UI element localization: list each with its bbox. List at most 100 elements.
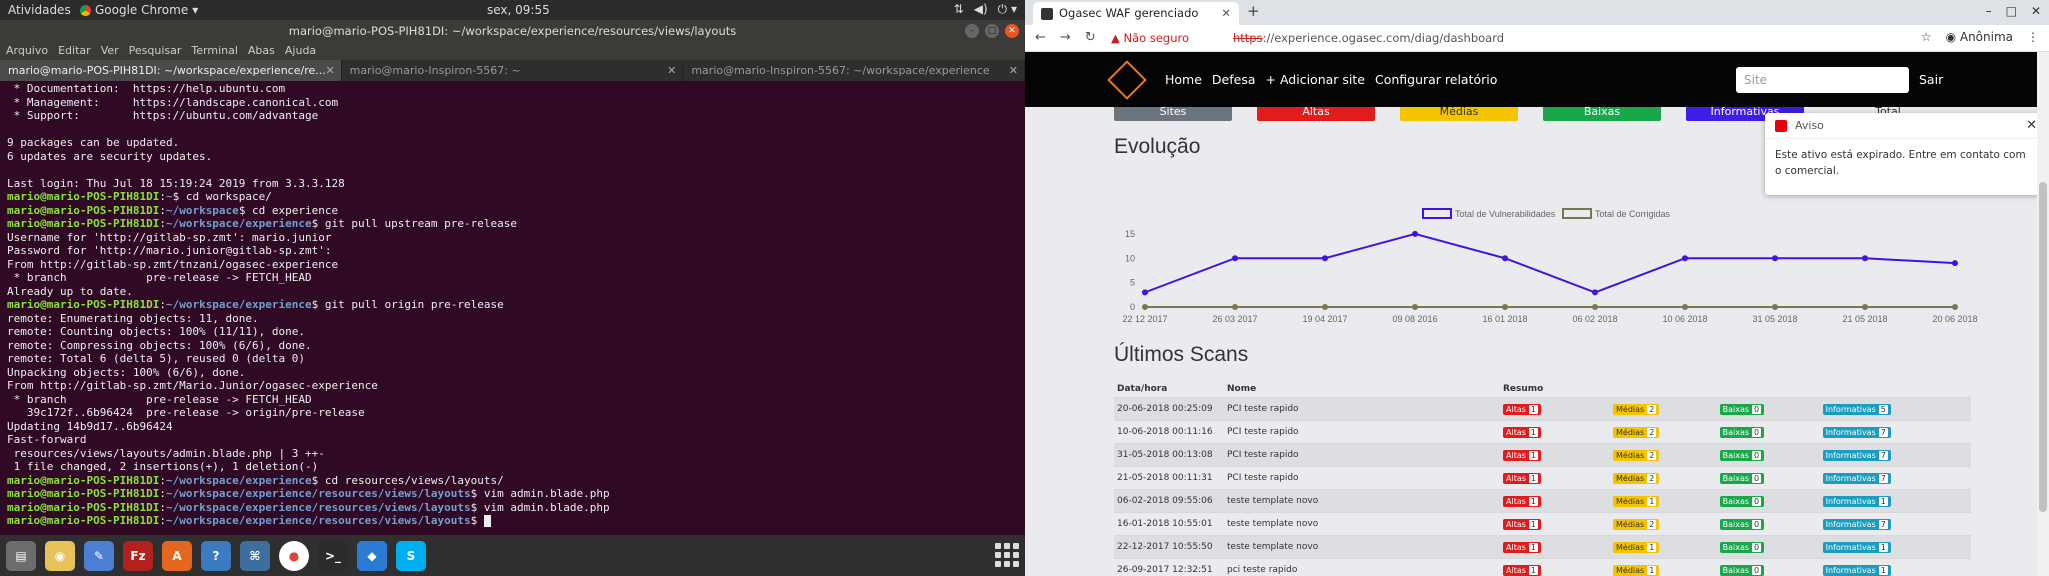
terminal-tab[interactable]: mario@mario-Inspiron-5567: ~/workspace/e… [683, 60, 1026, 81]
back-icon[interactable]: ← [1035, 30, 1046, 45]
minimize-icon[interactable]: – [1986, 4, 1992, 18]
vscode-icon[interactable]: ◆ [357, 540, 387, 571]
menu-item-3[interactable]: Pesquisar [129, 42, 182, 60]
close-icon[interactable]: ✕ [2031, 4, 2041, 18]
baixas-badge[interactable]: Baixas 0 [1719, 472, 1765, 484]
altas-badge[interactable]: Altas 1 [1503, 564, 1541, 576]
altas-badge[interactable]: Altas 1 [1503, 403, 1541, 415]
altas-badge[interactable]: Altas 1 [1503, 541, 1541, 553]
altas-badge[interactable]: Altas 1 [1503, 495, 1541, 507]
menu-item-2[interactable]: Ver [101, 42, 119, 60]
altas-badge[interactable]: Altas 1 [1503, 518, 1541, 530]
baixas-badge[interactable]: Baixas 0 [1719, 426, 1765, 438]
info-badge[interactable]: Informativas 5 [1822, 403, 1891, 415]
app-menu[interactable]: Google Chrome ▾ [80, 3, 198, 17]
medias-badge[interactable]: Médias 1 [1613, 541, 1660, 553]
stat-button-1[interactable]: Altas [1257, 107, 1375, 121]
skype-icon[interactable]: S [396, 540, 426, 571]
stat-button-2[interactable]: Médias [1400, 107, 1518, 121]
ogasec-logo[interactable] [1107, 60, 1147, 100]
info-badge[interactable]: Informativas 7 [1822, 449, 1891, 461]
baixas-badge[interactable]: Baixas 0 [1719, 449, 1765, 461]
stat-button-0[interactable]: Sites [1114, 107, 1232, 121]
page-scrollbar[interactable] [2037, 52, 2049, 576]
medias-badge[interactable]: Médias 1 [1613, 564, 1660, 576]
baixas-badge[interactable]: Baixas 0 [1719, 564, 1765, 576]
table-row[interactable]: 16-01-2018 10:55:01 teste template novo Al… [1114, 512, 1971, 536]
forward-icon[interactable]: → [1060, 30, 1071, 45]
menu-item-1[interactable]: Editar [58, 42, 91, 60]
menu-dots-icon[interactable]: ⋮ [2027, 30, 2039, 44]
info-badge[interactable]: Informativas 7 [1822, 472, 1891, 484]
profile-button[interactable]: ◉ Anônima [1946, 30, 2013, 44]
nav-link[interactable]: + Adicionar site [1266, 72, 1365, 87]
terminal-output[interactable]: * Documentation: https://help.ubuntu.com… [0, 81, 1020, 535]
baixas-badge[interactable]: Baixas 0 [1719, 403, 1765, 415]
bookmark-star-icon[interactable]: ☆ [1921, 30, 1932, 44]
terminal-icon[interactable]: >_ [318, 540, 348, 571]
menu-item-5[interactable]: Abas [248, 42, 275, 60]
site-search-input[interactable]: Site [1736, 67, 1909, 93]
medias-badge[interactable]: Médias 2 [1613, 518, 1660, 530]
altas-badge[interactable]: Altas 1 [1503, 472, 1541, 484]
nav-link[interactable]: Configurar relatório [1375, 72, 1497, 87]
system-tray[interactable]: ⇅ ◀) ⏻ ▾ [954, 2, 1017, 17]
activities-button[interactable]: Atividades [8, 3, 71, 17]
terminal-tab[interactable]: mario@mario-POS-PIH81DI: ~/workspace/exp… [0, 60, 342, 81]
logout-link[interactable]: Sair [1919, 72, 1943, 87]
medias-badge[interactable]: Médias 1 [1613, 495, 1660, 507]
url-field[interactable]: https://experience.ogasec.com/diag/dashb… [1233, 31, 1504, 45]
help-icon[interactable]: ? [201, 540, 231, 571]
rhythmbox-icon[interactable]: ◉ [45, 540, 75, 571]
minimize-icon[interactable]: – [965, 24, 979, 38]
altas-badge[interactable]: Altas 1 [1503, 449, 1541, 461]
maximize-icon[interactable]: □ [985, 24, 999, 38]
browser-tab[interactable]: Ogasec WAF gerenciado ✕ [1033, 2, 1239, 25]
info-badge[interactable]: Informativas 1 [1822, 541, 1891, 553]
baixas-badge[interactable]: Baixas 0 [1719, 541, 1765, 553]
close-tab-icon[interactable]: ✕ [1009, 60, 1018, 81]
info-badge[interactable]: Informativas 1 [1822, 495, 1891, 507]
medias-badge[interactable]: Médias 2 [1613, 449, 1660, 461]
chrome-icon[interactable]: ● [279, 540, 309, 571]
medias-badge[interactable]: Médias 2 [1613, 403, 1660, 415]
info-badge[interactable]: Informativas 7 [1822, 426, 1891, 438]
files-icon[interactable]: ▤ [6, 540, 36, 571]
new-tab-icon[interactable]: + [1247, 2, 1260, 20]
clock[interactable]: sex, 09:55 [487, 3, 550, 17]
menu-item-4[interactable]: Terminal [191, 42, 238, 60]
close-tab-icon[interactable]: ✕ [1221, 2, 1231, 25]
show-applications-icon[interactable] [995, 543, 1019, 567]
info-badge[interactable]: Informativas 7 [1822, 518, 1891, 530]
close-tab-icon[interactable]: ✕ [667, 60, 676, 81]
terminal-tab[interactable]: mario@mario-Inspiron-5567: ~ ✕ [342, 60, 684, 81]
medias-badge[interactable]: Médias 2 [1613, 426, 1660, 438]
info-badge[interactable]: Informativas 1 [1822, 564, 1891, 576]
text-editor-icon[interactable]: ✎ [84, 540, 114, 571]
stat-button-3[interactable]: Baixas [1543, 107, 1661, 121]
terminal-titlebar[interactable]: mario@mario-POS-PIH81DI: ~/workspace/exp… [0, 20, 1025, 42]
nav-link[interactable]: Defesa [1212, 72, 1256, 87]
toast-close-icon[interactable]: ✕ [2026, 113, 2037, 139]
software-center-icon[interactable]: A [162, 540, 192, 571]
baixas-badge[interactable]: Baixas 0 [1719, 518, 1765, 530]
network-icon[interactable]: ⌘ [240, 540, 270, 571]
table-row[interactable]: 10-06-2018 00:11:16 PCI teste rapido Altas… [1114, 420, 1971, 444]
table-row[interactable]: 31-05-2018 00:13:08 PCI teste rapido Altas… [1114, 443, 1971, 467]
table-row[interactable]: 20-06-2018 00:25:09 PCI teste rapido Altas… [1114, 397, 1971, 421]
menu-item-0[interactable]: Arquivo [6, 42, 48, 60]
maximize-icon[interactable]: □ [2006, 4, 2017, 18]
table-row[interactable]: 22-12-2017 10:55:50 teste template novo Al… [1114, 535, 1971, 559]
reload-icon[interactable]: ↻ [1085, 30, 1096, 45]
table-row[interactable]: 21-05-2018 00:11:31 PCI teste rapido Altas… [1114, 466, 1971, 490]
baixas-badge[interactable]: Baixas 0 [1719, 495, 1765, 507]
close-tab-icon[interactable]: ✕ [325, 60, 334, 81]
medias-badge[interactable]: Médias 2 [1613, 472, 1660, 484]
scrollbar-thumb[interactable] [2039, 182, 2047, 512]
menu-item-6[interactable]: Ajuda [285, 42, 316, 60]
nav-link[interactable]: Home [1165, 72, 1202, 87]
close-icon[interactable]: ✕ [1005, 24, 1019, 38]
altas-badge[interactable]: Altas 1 [1503, 426, 1541, 438]
table-row[interactable]: 06-02-2018 09:55:06 teste template novo Al… [1114, 489, 1971, 513]
security-indicator[interactable]: ▲ Não seguro [1111, 31, 1189, 45]
